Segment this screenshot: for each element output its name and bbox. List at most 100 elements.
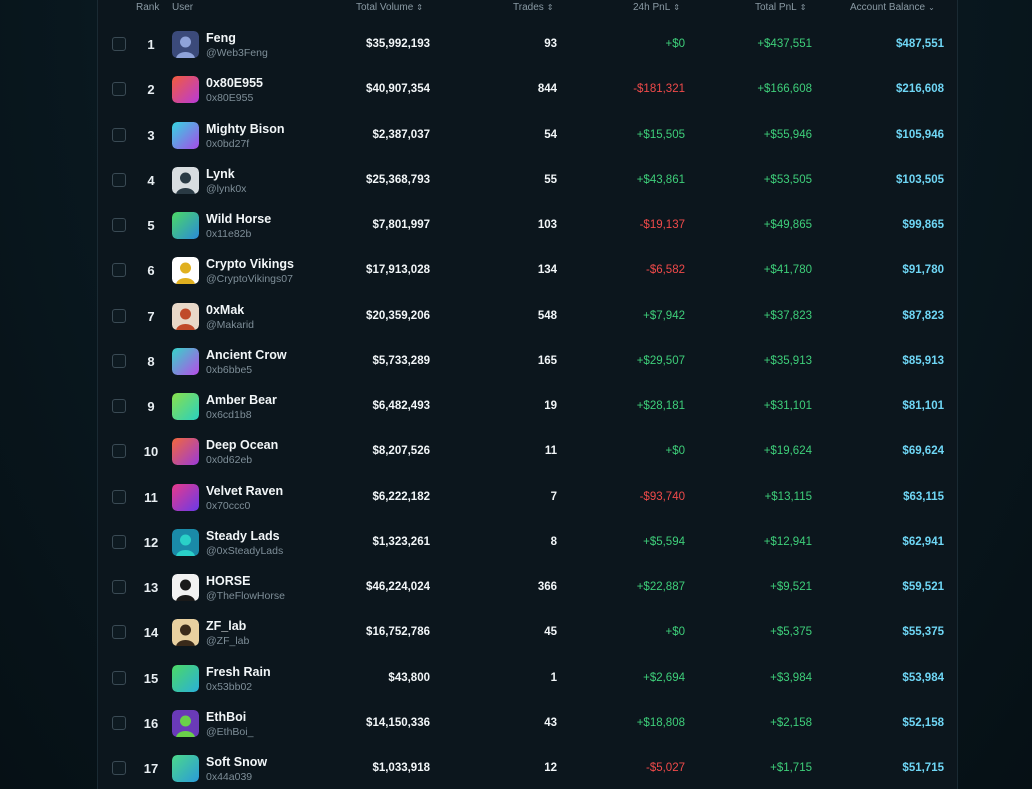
pnl-24h-value: -$181,321 — [633, 83, 685, 96]
account-balance-value: $87,823 — [902, 309, 944, 322]
user-name[interactable]: Amber Bear — [206, 393, 277, 407]
row-checkbox[interactable] — [112, 353, 126, 368]
user-name[interactable]: 0x80E955 — [206, 76, 263, 90]
user-name[interactable]: Steady Lads — [206, 529, 280, 543]
row-checkbox[interactable] — [112, 761, 126, 775]
pnl-24h-value: +$7,942 — [643, 309, 685, 322]
table-row[interactable]: 1 Feng @Web3Feng $35,992,193 93 +$0 +$43… — [98, 22, 957, 67]
user-name[interactable]: Crypto Vikings — [206, 257, 294, 271]
header-total-pnl[interactable]: Total PnL ⇕ — [755, 2, 806, 13]
header-rank[interactable]: Rank — [136, 2, 159, 13]
row-checkbox[interactable] — [112, 444, 126, 459]
account-balance-value: $59,521 — [902, 581, 944, 593]
header-trades[interactable]: Trades ⇕ — [513, 2, 553, 13]
header-24h-pnl[interactable]: 24h PnL ⇕ — [633, 2, 680, 13]
row-checkbox[interactable] — [112, 263, 126, 278]
user-handle: 0x6cd1b8 — [206, 409, 252, 421]
pnl-24h-value: -$5,027 — [645, 762, 685, 774]
table-row[interactable]: 8 Ancient Crow 0xb6bbe5 $5,733,289 165 +… — [98, 339, 957, 384]
user-name[interactable]: HORSE — [206, 574, 250, 588]
row-checkbox[interactable] — [112, 172, 126, 187]
table-row[interactable]: 15 Fresh Rain 0x53bb02 $43,800 1 +$2,694… — [98, 656, 957, 701]
total-volume-value: $1,033,918 — [372, 762, 430, 774]
user-handle: 0xb6bbe5 — [206, 363, 253, 376]
avatar[interactable] — [172, 302, 199, 330]
sort-updown-icon: ⇕ — [673, 2, 680, 12]
avatar[interactable] — [172, 483, 199, 511]
trades-value: 548 — [537, 309, 557, 322]
table-row[interactable]: 10 Deep Ocean 0x0d62eb $8,207,526 11 +$0… — [98, 429, 957, 474]
table-row[interactable]: 11 Velvet Raven 0x70ccc0 $6,222,182 7 -$… — [98, 475, 957, 520]
row-checkbox[interactable] — [112, 127, 126, 142]
avatar[interactable] — [172, 619, 199, 647]
row-checkbox[interactable] — [112, 218, 126, 232]
row-checkbox[interactable] — [112, 625, 126, 640]
avatar[interactable] — [172, 121, 199, 149]
avatar[interactable] — [172, 709, 199, 737]
row-checkbox[interactable] — [112, 670, 126, 685]
avatar[interactable] — [172, 347, 199, 375]
user-name[interactable]: EthBoi — [206, 710, 246, 724]
avatar[interactable] — [172, 212, 199, 239]
row-checkbox[interactable] — [112, 534, 126, 549]
table-row[interactable]: 6 Crypto Vikings @CryptoVikings07 $17,91… — [98, 248, 957, 293]
user-name[interactable]: Soft Snow — [206, 755, 267, 769]
avatar[interactable] — [172, 755, 199, 782]
user-handle: @TheFlowHorse — [206, 590, 285, 602]
avatar[interactable] — [172, 574, 199, 601]
user-handle: 0x80E955 — [206, 92, 254, 105]
table-row[interactable]: 5 Wild Horse 0x11e82b $7,801,997 103 -$1… — [98, 203, 957, 248]
user-name[interactable]: Feng — [206, 31, 236, 45]
user-name[interactable]: Lynk — [206, 167, 235, 181]
avatar[interactable] — [172, 31, 199, 58]
avatar[interactable] — [172, 528, 199, 556]
avatar[interactable] — [172, 393, 199, 420]
total-volume-value: $17,913,028 — [366, 264, 430, 277]
avatar[interactable] — [172, 257, 199, 285]
table-row[interactable]: 7 0xMak @Makarid $20,359,206 548 +$7,942… — [98, 294, 957, 339]
account-balance-value: $105,946 — [896, 128, 944, 141]
user-name[interactable]: Fresh Rain — [206, 665, 271, 679]
user-name[interactable]: Wild Horse — [206, 212, 271, 226]
row-checkbox[interactable] — [112, 580, 126, 594]
trades-value: 8 — [550, 535, 557, 548]
row-checkbox[interactable] — [112, 82, 126, 97]
table-row[interactable]: 9 Amber Bear 0x6cd1b8 $6,482,493 19 +$28… — [98, 384, 957, 429]
avatar[interactable] — [172, 438, 199, 466]
row-checkbox[interactable] — [112, 37, 126, 51]
user-name[interactable]: Velvet Raven — [206, 484, 283, 498]
avatar[interactable] — [172, 166, 199, 194]
avatar[interactable] — [172, 76, 199, 104]
row-checkbox[interactable] — [112, 308, 126, 323]
header-total-volume[interactable]: Total Volume ⇕ — [356, 2, 423, 13]
header-account-balance[interactable]: Account Balance ⌄ — [850, 2, 935, 13]
row-checkbox[interactable] — [112, 399, 126, 413]
user-handle: 0x44a039 — [206, 771, 253, 783]
table-row[interactable]: 12 Steady Lads @0xSteadyLads $1,323,261 … — [98, 520, 957, 565]
total-pnl-value: +$49,865 — [763, 219, 812, 231]
table-row[interactable]: 3 Mighty Bison 0x0bd27f $2,387,037 54 +$… — [98, 113, 957, 158]
avatar[interactable] — [172, 664, 199, 692]
user-name[interactable]: Ancient Crow — [206, 348, 287, 362]
total-pnl-value: +$55,946 — [763, 128, 812, 141]
header-user[interactable]: User — [172, 2, 193, 13]
user-handle: 0x53bb02 — [206, 680, 253, 693]
total-pnl-value: +$166,608 — [757, 83, 812, 96]
table-row[interactable]: 16 EthBoi @EthBoi_ $14,150,336 43 +$18,8… — [98, 701, 957, 746]
table-row[interactable]: 17 Soft Snow 0x44a039 $1,033,918 12 -$5,… — [98, 746, 957, 789]
account-balance-value: $69,624 — [902, 445, 944, 458]
row-checkbox[interactable] — [112, 489, 126, 504]
account-balance-value: $487,551 — [896, 38, 944, 50]
user-name[interactable]: Mighty Bison — [206, 122, 284, 136]
table-row[interactable]: 14 ZF_lab @ZF_lab $16,752,786 45 +$0 +$5… — [98, 610, 957, 655]
table-row[interactable]: 4 Lynk @lynk0x $25,368,793 55 +$43,861 +… — [98, 158, 957, 203]
rank-number: 2 — [147, 82, 155, 98]
total-pnl-value: +$35,913 — [763, 354, 812, 367]
user-name[interactable]: ZF_lab — [206, 619, 246, 633]
row-checkbox[interactable] — [112, 715, 126, 730]
table-row[interactable]: 13 HORSE @TheFlowHorse $46,224,024 366 +… — [98, 565, 957, 610]
user-name[interactable]: Deep Ocean — [206, 438, 278, 452]
user-name[interactable]: 0xMak — [206, 303, 244, 317]
table-row[interactable]: 2 0x80E955 0x80E955 $40,907,354 844 -$18… — [98, 67, 957, 112]
user-handle: @0xSteadyLads — [206, 544, 284, 557]
